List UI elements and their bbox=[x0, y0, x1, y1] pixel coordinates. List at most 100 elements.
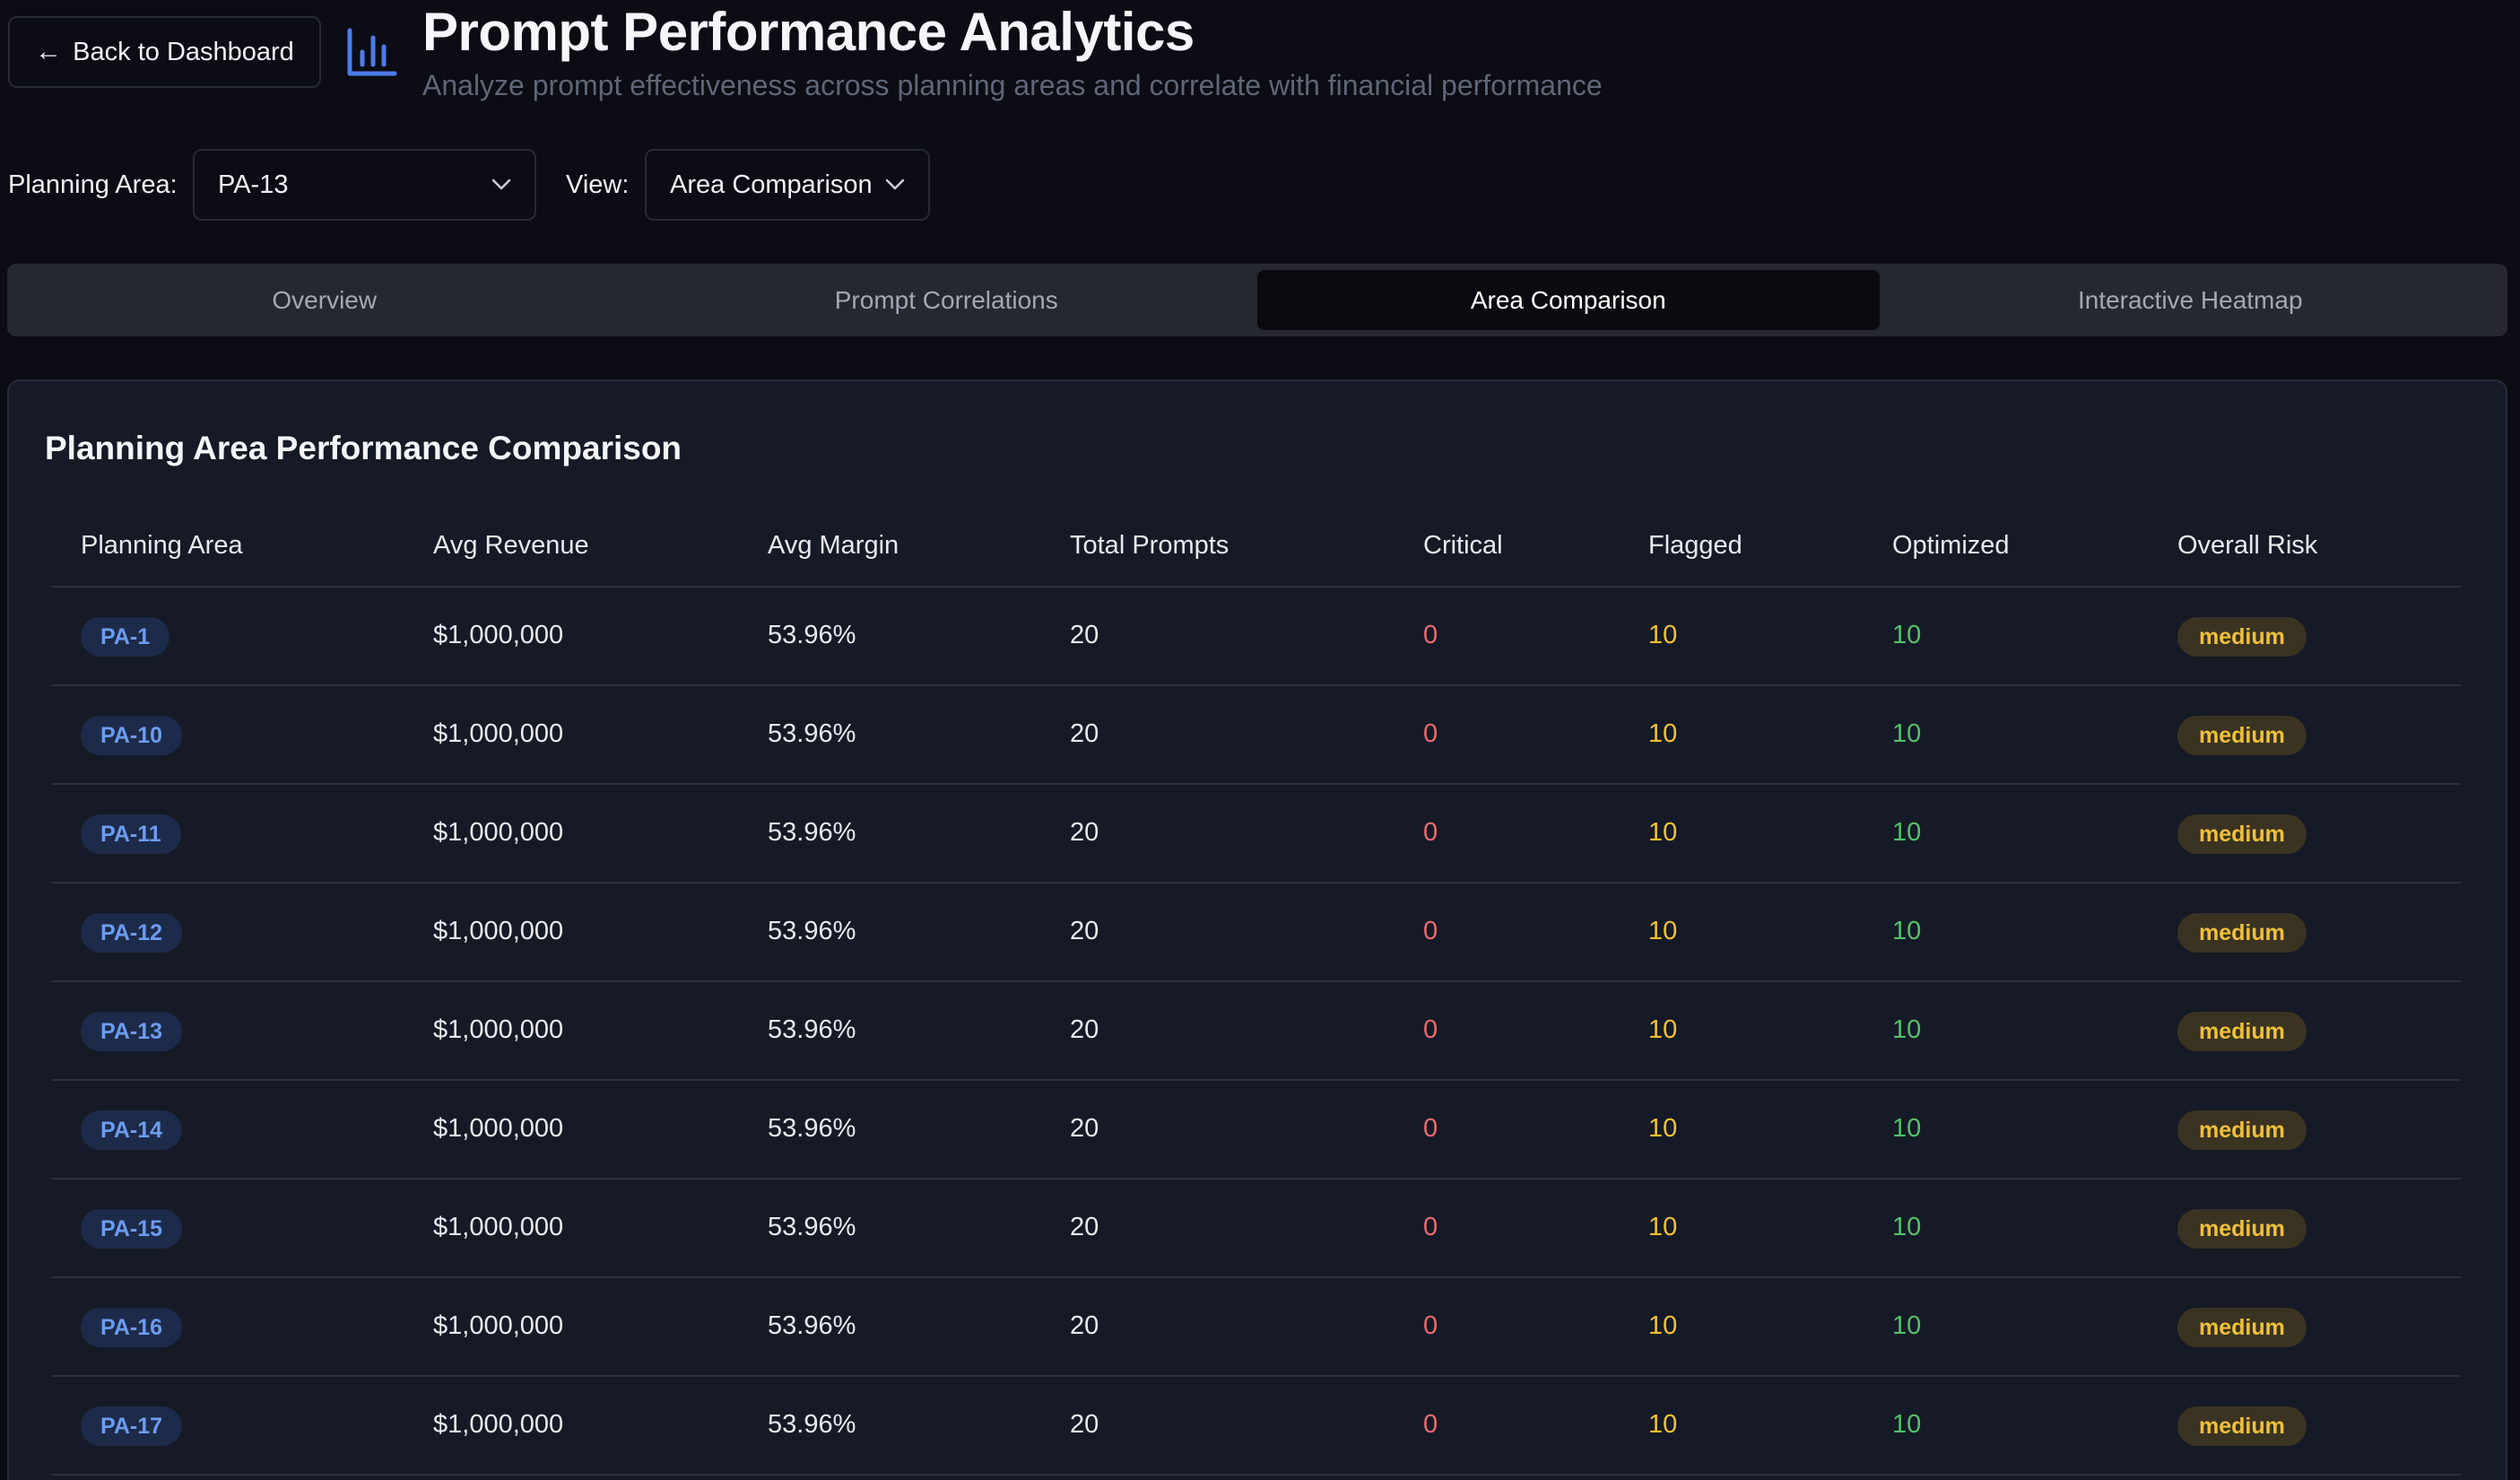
planning-area-value: PA-13 bbox=[218, 170, 289, 199]
total-prompts-cell: 20 bbox=[1070, 818, 1099, 847]
total-prompts-cell: 20 bbox=[1070, 1213, 1099, 1241]
avg-revenue-cell: $1,000,000 bbox=[433, 917, 564, 945]
table-header: Planning Area Avg Revenue Avg Margin Tot… bbox=[51, 511, 2462, 588]
table-row[interactable]: PA-16 $1,000,000 53.96% 20 0 10 10 medium bbox=[51, 1278, 2462, 1377]
overall-risk-badge: medium bbox=[2177, 617, 2307, 657]
page-subtitle: Analyze prompt effectiveness across plan… bbox=[422, 69, 1603, 101]
table-row[interactable]: PA-15 $1,000,000 53.96% 20 0 10 10 medium bbox=[51, 1180, 2462, 1278]
view-select[interactable]: Area Comparison bbox=[645, 149, 930, 221]
total-prompts-cell: 20 bbox=[1070, 1015, 1099, 1044]
optimized-count-cell: 10 bbox=[1892, 621, 1922, 649]
avg-revenue-cell: $1,000,000 bbox=[433, 1015, 564, 1044]
total-prompts-cell: 20 bbox=[1070, 1114, 1099, 1143]
critical-count-cell: 0 bbox=[1423, 1213, 1438, 1241]
planning-area-badge: PA-14 bbox=[81, 1110, 183, 1150]
total-prompts-cell: 20 bbox=[1070, 1410, 1099, 1439]
avg-revenue-cell: $1,000,000 bbox=[433, 621, 564, 649]
critical-count-cell: 0 bbox=[1423, 917, 1438, 945]
column-header-total-prompts: Total Prompts bbox=[1070, 531, 1230, 560]
optimized-count-cell: 10 bbox=[1892, 917, 1922, 945]
table-row[interactable]: PA-10 $1,000,000 53.96% 20 0 10 10 medium bbox=[51, 686, 2462, 785]
view-label: View: bbox=[566, 170, 630, 199]
total-prompts-cell: 20 bbox=[1070, 719, 1099, 748]
planning-area-badge: PA-11 bbox=[81, 814, 181, 854]
planning-area-badge: PA-15 bbox=[81, 1209, 183, 1249]
avg-revenue-cell: $1,000,000 bbox=[433, 1410, 564, 1439]
page-title: Prompt Performance Analytics bbox=[422, 2, 1195, 62]
tab-overview[interactable]: Overview bbox=[13, 270, 636, 330]
flagged-count-cell: 10 bbox=[1648, 917, 1678, 945]
column-header-avg-revenue: Avg Revenue bbox=[433, 531, 589, 560]
planning-area-badge: PA-13 bbox=[81, 1012, 183, 1051]
overall-risk-badge: medium bbox=[2177, 1012, 2307, 1051]
critical-count-cell: 0 bbox=[1423, 818, 1438, 847]
critical-count-cell: 0 bbox=[1423, 719, 1438, 748]
planning-area-select[interactable]: PA-13 bbox=[193, 149, 536, 221]
arrow-left-icon: ← bbox=[35, 37, 63, 66]
avg-margin-cell: 53.96% bbox=[768, 1213, 856, 1241]
column-header-avg-margin: Avg Margin bbox=[768, 531, 899, 560]
optimized-count-cell: 10 bbox=[1892, 1311, 1922, 1340]
avg-revenue-cell: $1,000,000 bbox=[433, 1311, 564, 1340]
flagged-count-cell: 10 bbox=[1648, 621, 1678, 649]
critical-count-cell: 0 bbox=[1423, 1015, 1438, 1044]
critical-count-cell: 0 bbox=[1423, 1114, 1438, 1143]
avg-margin-cell: 53.96% bbox=[768, 818, 856, 847]
tab-area-comparison[interactable]: Area Comparison bbox=[1257, 270, 1880, 330]
flagged-count-cell: 10 bbox=[1648, 1114, 1678, 1143]
table-row[interactable]: PA-13 $1,000,000 53.96% 20 0 10 10 medium bbox=[51, 982, 2462, 1081]
overall-risk-badge: medium bbox=[2177, 716, 2307, 755]
column-header-critical: Critical bbox=[1423, 531, 1503, 560]
back-to-dashboard-button[interactable]: ← Back to Dashboard bbox=[8, 16, 321, 88]
avg-margin-cell: 53.96% bbox=[768, 1311, 856, 1340]
avg-revenue-cell: $1,000,000 bbox=[433, 818, 564, 847]
planning-area-badge: PA-12 bbox=[81, 913, 183, 953]
card-title: Planning Area Performance Comparison bbox=[45, 430, 682, 466]
table-row[interactable]: PA-11 $1,000,000 53.96% 20 0 10 10 medium bbox=[51, 785, 2462, 884]
column-header-planning-area: Planning Area bbox=[81, 531, 243, 560]
critical-count-cell: 0 bbox=[1423, 621, 1438, 649]
planning-area-label: Planning Area: bbox=[8, 170, 178, 199]
overall-risk-badge: medium bbox=[2177, 1406, 2307, 1446]
table-row[interactable]: PA-1 $1,000,000 53.96% 20 0 10 10 medium bbox=[51, 588, 2462, 686]
overall-risk-badge: medium bbox=[2177, 913, 2307, 953]
optimized-count-cell: 10 bbox=[1892, 719, 1922, 748]
planning-area-badge: PA-10 bbox=[81, 716, 183, 755]
flagged-count-cell: 10 bbox=[1648, 1015, 1678, 1044]
flagged-count-cell: 10 bbox=[1648, 1410, 1678, 1439]
avg-revenue-cell: $1,000,000 bbox=[433, 1213, 564, 1241]
avg-margin-cell: 53.96% bbox=[768, 1015, 856, 1044]
overall-risk-badge: medium bbox=[2177, 1110, 2307, 1150]
optimized-count-cell: 10 bbox=[1892, 1213, 1922, 1241]
table-row[interactable]: PA-17 $1,000,000 53.96% 20 0 10 10 medium bbox=[51, 1377, 2462, 1476]
view-tabs: Overview Prompt Correlations Area Compar… bbox=[7, 264, 2507, 336]
avg-margin-cell: 53.96% bbox=[768, 917, 856, 945]
table-row[interactable]: PA-14 $1,000,000 53.96% 20 0 10 10 medium bbox=[51, 1081, 2462, 1180]
view-value: Area Comparison bbox=[670, 170, 873, 199]
total-prompts-cell: 20 bbox=[1070, 917, 1099, 945]
overall-risk-badge: medium bbox=[2177, 814, 2307, 854]
optimized-count-cell: 10 bbox=[1892, 1015, 1922, 1044]
column-header-optimized: Optimized bbox=[1892, 531, 2010, 560]
comparison-table: Planning Area Avg Revenue Avg Margin Tot… bbox=[51, 511, 2462, 1476]
tab-prompt-correlations[interactable]: Prompt Correlations bbox=[636, 270, 1258, 330]
critical-count-cell: 0 bbox=[1423, 1410, 1438, 1439]
flagged-count-cell: 10 bbox=[1648, 818, 1678, 847]
table-row[interactable]: PA-12 $1,000,000 53.96% 20 0 10 10 medium bbox=[51, 884, 2462, 982]
avg-margin-cell: 53.96% bbox=[768, 621, 856, 649]
optimized-count-cell: 10 bbox=[1892, 1410, 1922, 1439]
avg-margin-cell: 53.96% bbox=[768, 1410, 856, 1439]
column-header-overall-risk: Overall Risk bbox=[2177, 531, 2318, 560]
column-header-flagged: Flagged bbox=[1648, 531, 1742, 560]
total-prompts-cell: 20 bbox=[1070, 621, 1099, 649]
chevron-down-icon bbox=[491, 178, 511, 190]
back-button-label: Back to Dashboard bbox=[73, 37, 294, 66]
avg-revenue-cell: $1,000,000 bbox=[433, 719, 564, 748]
avg-margin-cell: 53.96% bbox=[768, 1114, 856, 1143]
planning-area-badge: PA-1 bbox=[81, 617, 170, 657]
overall-risk-badge: medium bbox=[2177, 1308, 2307, 1347]
optimized-count-cell: 10 bbox=[1892, 1114, 1922, 1143]
optimized-count-cell: 10 bbox=[1892, 818, 1922, 847]
tab-interactive-heatmap[interactable]: Interactive Heatmap bbox=[1880, 270, 2502, 330]
critical-count-cell: 0 bbox=[1423, 1311, 1438, 1340]
